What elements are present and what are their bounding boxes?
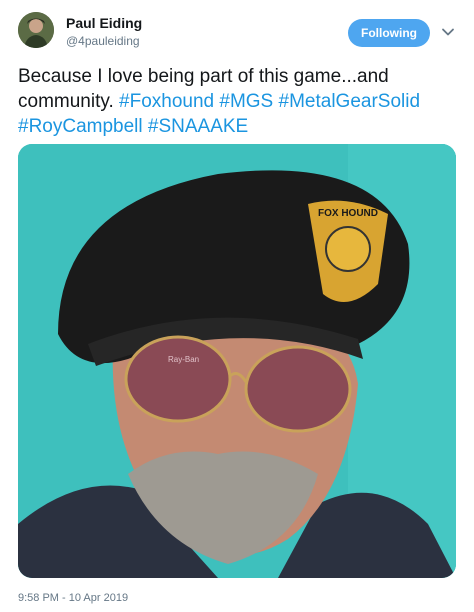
hashtag-link[interactable]: #MGS [219, 91, 273, 112]
avatar-image [18, 12, 54, 48]
hashtag-link[interactable]: #MetalGearSolid [279, 91, 421, 112]
tweet-text: Because I love being part of this game..… [18, 64, 458, 139]
glasses-brand-text: Ray-Ban [168, 355, 199, 364]
photo-illustration: FOX HOUND Ray-Ban [18, 144, 456, 578]
hashtag-link[interactable]: #RoyCampbell [18, 116, 143, 137]
tweet-timestamp[interactable]: 9:58 PM - 10 Apr 2019 [18, 592, 128, 604]
avatar[interactable] [18, 12, 54, 48]
author-display-name[interactable]: Paul Eiding [66, 15, 142, 31]
hashtag-link[interactable]: #Foxhound [119, 91, 214, 112]
tweet-header: Paul Eiding @4pauleiding Following [18, 12, 458, 56]
patch-text: FOX HOUND [318, 208, 378, 219]
author-handle[interactable]: @4pauleiding [66, 34, 140, 48]
chevron-down-icon[interactable] [441, 25, 455, 39]
hashtag-link[interactable]: #SNAAAKE [148, 116, 248, 137]
following-button[interactable]: Following [348, 19, 430, 47]
tweet-photo[interactable]: FOX HOUND Ray-Ban [18, 144, 456, 578]
